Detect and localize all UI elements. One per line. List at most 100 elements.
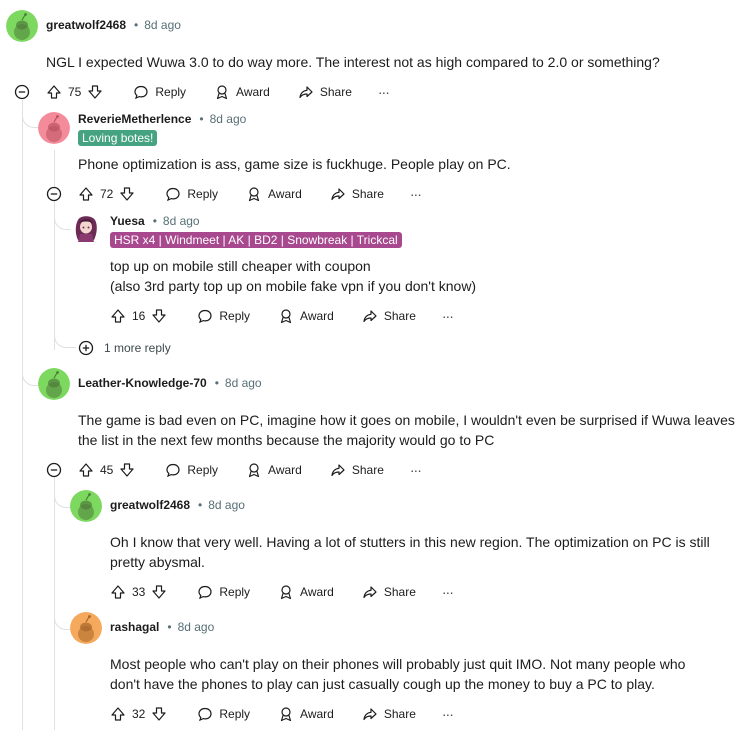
thread-connector bbox=[54, 330, 76, 348]
downvote-button[interactable] bbox=[151, 706, 167, 722]
upvote-icon bbox=[79, 187, 93, 201]
more-options-button[interactable]: ··· bbox=[442, 584, 454, 600]
reply-button[interactable]: Reply bbox=[197, 706, 250, 722]
timestamp[interactable]: 8d ago bbox=[225, 376, 262, 390]
downvote-icon bbox=[152, 309, 166, 323]
vote-count: 33 bbox=[132, 585, 146, 599]
more-options-button[interactable]: ··· bbox=[410, 186, 422, 202]
award-icon bbox=[280, 309, 292, 324]
upvote-button[interactable] bbox=[78, 186, 94, 202]
award-icon bbox=[248, 463, 260, 478]
upvote-button[interactable] bbox=[110, 308, 126, 324]
more-replies-label: 1 more reply bbox=[104, 341, 171, 355]
reply-icon bbox=[166, 187, 180, 202]
avatar[interactable] bbox=[70, 212, 102, 244]
separator-dot: • bbox=[152, 214, 157, 228]
award-icon bbox=[216, 85, 228, 100]
collapse-icon bbox=[14, 84, 30, 100]
collapse-button[interactable] bbox=[14, 84, 30, 100]
upvote-button[interactable] bbox=[110, 706, 126, 722]
comment-line: the list in the next few months because … bbox=[78, 432, 495, 448]
more-replies-button[interactable]: 1 more reply bbox=[78, 340, 171, 356]
comment-meta: Yuesa • 8d ago bbox=[110, 214, 200, 228]
reply-button[interactable]: Reply bbox=[197, 584, 250, 600]
thread-connector bbox=[22, 356, 38, 386]
award-button[interactable]: Award bbox=[278, 584, 334, 600]
award-button[interactable]: Award bbox=[246, 186, 302, 202]
avatar[interactable] bbox=[6, 10, 38, 42]
share-button[interactable]: Share bbox=[330, 462, 384, 478]
comment-actions: 16 Reply Award Share ··· bbox=[110, 300, 454, 332]
avatar[interactable] bbox=[38, 112, 70, 144]
username[interactable]: Leather-Knowledge-70 bbox=[78, 376, 207, 390]
timestamp[interactable]: 8d ago bbox=[208, 498, 245, 512]
share-icon bbox=[363, 310, 377, 323]
more-options-icon: ··· bbox=[409, 462, 422, 478]
upvote-button[interactable] bbox=[78, 462, 94, 478]
downvote-button[interactable] bbox=[87, 84, 103, 100]
reply-button[interactable]: Reply bbox=[165, 462, 218, 478]
vote-count: 32 bbox=[132, 707, 146, 721]
downvote-button[interactable] bbox=[151, 584, 167, 600]
share-button[interactable]: Share bbox=[298, 84, 352, 100]
username[interactable]: rashagal bbox=[110, 620, 159, 634]
share-icon bbox=[331, 188, 345, 201]
collapse-button[interactable] bbox=[46, 186, 62, 202]
comment-body: NGL I expected Wuwa 3.0 to do way more. … bbox=[46, 52, 660, 72]
upvote-icon bbox=[111, 309, 125, 323]
username[interactable]: Yuesa bbox=[110, 214, 145, 228]
vote-count: 45 bbox=[100, 463, 114, 477]
comment-meta: Leather-Knowledge-70 • 8d ago bbox=[78, 376, 262, 390]
downvote-button[interactable] bbox=[119, 186, 135, 202]
downvote-button[interactable] bbox=[151, 308, 167, 324]
timestamp[interactable]: 8d ago bbox=[144, 18, 181, 32]
reply-label: Reply bbox=[187, 463, 219, 477]
username[interactable]: greatwolf2468 bbox=[110, 498, 190, 512]
reply-button[interactable]: Reply bbox=[133, 84, 186, 100]
share-button[interactable]: Share bbox=[362, 706, 416, 722]
avatar[interactable] bbox=[70, 490, 102, 522]
comment-body: The game is bad even on PC, imagine how … bbox=[78, 410, 735, 450]
collapse-button[interactable] bbox=[46, 462, 62, 478]
award-button[interactable]: Award bbox=[246, 462, 302, 478]
upvote-button[interactable] bbox=[110, 584, 126, 600]
share-label: Share bbox=[319, 85, 352, 99]
snoo-avatar-icon bbox=[6, 10, 38, 42]
upvote-icon bbox=[79, 463, 93, 477]
snoo-avatar-icon bbox=[38, 368, 70, 400]
reply-label: Reply bbox=[219, 585, 251, 599]
reply-button[interactable]: Reply bbox=[165, 186, 218, 202]
more-options-button[interactable]: ··· bbox=[442, 706, 454, 722]
vote-count: 75 bbox=[68, 85, 82, 99]
more-options-icon: ··· bbox=[441, 308, 454, 324]
award-button[interactable]: Award bbox=[278, 706, 334, 722]
username[interactable]: ReverieMetherlence bbox=[78, 112, 191, 126]
downvote-button[interactable] bbox=[119, 462, 135, 478]
reply-icon bbox=[134, 85, 148, 100]
more-options-button[interactable]: ··· bbox=[409, 462, 422, 478]
award-button[interactable]: Award bbox=[214, 84, 270, 100]
vote-group: 75 bbox=[46, 84, 103, 100]
share-button[interactable]: Share bbox=[330, 186, 384, 202]
upvote-button[interactable] bbox=[46, 84, 62, 100]
reply-button[interactable]: Reply bbox=[197, 308, 250, 324]
vote-group: 45 bbox=[78, 462, 135, 478]
avatar[interactable] bbox=[70, 612, 102, 644]
snoo-avatar-icon bbox=[38, 112, 70, 144]
username[interactable]: greatwolf2468 bbox=[46, 18, 126, 32]
more-options-button[interactable]: ··· bbox=[378, 84, 390, 100]
thread-connector bbox=[54, 478, 70, 508]
avatar[interactable] bbox=[38, 368, 70, 400]
timestamp[interactable]: 8d ago bbox=[178, 620, 215, 634]
vote-group: 33 bbox=[110, 584, 167, 600]
vote-group: 32 bbox=[110, 706, 167, 722]
timestamp[interactable]: 8d ago bbox=[210, 112, 247, 126]
share-button[interactable]: Share bbox=[362, 584, 416, 600]
more-options-button[interactable]: ··· bbox=[441, 308, 454, 324]
timestamp[interactable]: 8d ago bbox=[163, 214, 200, 228]
thread-connector bbox=[54, 600, 70, 630]
share-button[interactable]: Share bbox=[362, 308, 416, 324]
comment-meta: ReverieMetherlence • 8d ago bbox=[78, 112, 246, 126]
award-icon bbox=[280, 707, 292, 722]
award-button[interactable]: Award bbox=[278, 308, 334, 324]
